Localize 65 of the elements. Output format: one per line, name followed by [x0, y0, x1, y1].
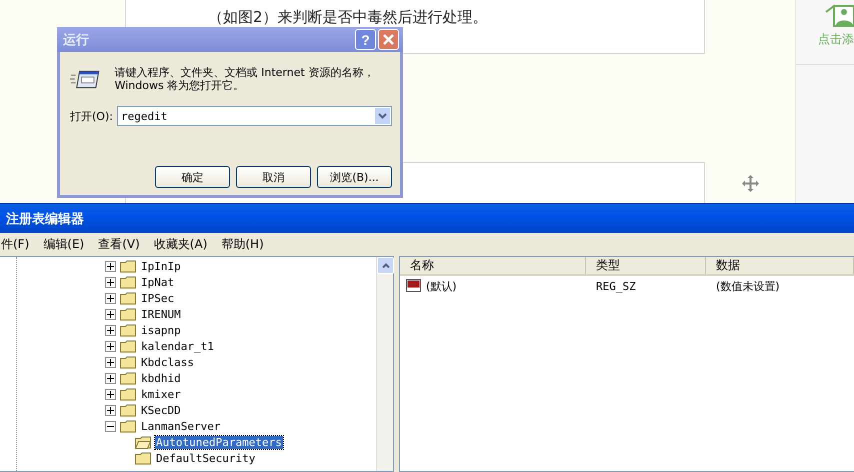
menu-item[interactable]: 件(F): [0, 236, 30, 253]
open-label: 打开(O):: [70, 108, 113, 124]
collapse-icon[interactable]: [105, 420, 116, 432]
value-name: (默认): [426, 278, 457, 294]
tree-item[interactable]: IpNat: [140, 276, 176, 288]
open-folder-icon: [135, 436, 151, 448]
tree-item[interactable]: Kbdclass: [140, 356, 195, 368]
tree-item[interactable]: AutotunedParameters: [155, 436, 283, 448]
dialog-button[interactable]: 确定: [155, 166, 230, 188]
value-type: REG_SZ: [595, 280, 637, 292]
dialog-button[interactable]: 浏览(B)...: [317, 166, 392, 188]
move-icon[interactable]: [742, 175, 758, 192]
expand-icon[interactable]: [105, 340, 116, 352]
dropdown-icon[interactable]: [375, 108, 390, 124]
folder-icon: [120, 292, 136, 304]
expand-icon[interactable]: [105, 292, 116, 304]
tree-item[interactable]: KSecDD: [140, 404, 182, 416]
column-header[interactable]: 类型: [586, 257, 706, 274]
expand-icon[interactable]: [105, 356, 116, 368]
scroll-up-icon[interactable]: [377, 257, 394, 274]
tree-item[interactable]: kalendar_t1: [140, 340, 215, 352]
article-text: （如图2）来判断是否中毒然后进行处理。: [208, 8, 489, 27]
folder-icon: [120, 324, 136, 336]
expand-icon[interactable]: [105, 308, 116, 320]
expand-icon[interactable]: [105, 404, 116, 416]
tree-item[interactable]: DefaultSecurity: [155, 452, 256, 464]
folder-icon: [135, 452, 151, 464]
column-header[interactable]: 数据: [706, 257, 854, 274]
folder-icon: [120, 276, 136, 288]
expand-icon[interactable]: [105, 372, 116, 384]
open-combo-box[interactable]: regedit: [116, 106, 392, 126]
expand-icon[interactable]: [105, 276, 116, 288]
folder-icon: [120, 340, 136, 352]
tree-item[interactable]: IpInIp: [140, 260, 182, 272]
folder-icon: [120, 388, 136, 400]
menu-item[interactable]: 查看(V): [97, 236, 141, 253]
tree-item[interactable]: IPSec: [140, 292, 176, 304]
string-value-icon: [406, 279, 422, 293]
folder-icon: [120, 420, 136, 432]
expand-icon[interactable]: [105, 388, 116, 400]
close-button[interactable]: [378, 29, 399, 50]
window-title: 注册表编辑器: [6, 210, 84, 228]
folder-icon: [120, 404, 136, 416]
menu-item[interactable]: 收藏夹(A): [152, 236, 208, 253]
dialog-prompt: 请键入程序、文件夹、文档或 Internet 资源的名称，Windows 将为您打开它。: [114, 66, 376, 92]
value-data: (数值未设置): [715, 278, 781, 294]
run-icon: [70, 68, 101, 90]
close-icon: [383, 34, 394, 45]
picture-icon[interactable]: [824, 4, 854, 28]
folder-icon: [120, 372, 136, 384]
tree-item[interactable]: kbdhid: [140, 372, 182, 384]
tree-item[interactable]: LanmanServer: [140, 420, 222, 432]
tree-item[interactable]: IRENUM: [140, 308, 182, 320]
tree-item[interactable]: kmixer: [140, 388, 182, 400]
folder-icon: [120, 356, 136, 368]
dialog-button[interactable]: 取消: [236, 166, 311, 188]
column-header[interactable]: 名称: [400, 257, 586, 274]
expand-icon[interactable]: [105, 260, 116, 272]
folder-icon: [120, 308, 136, 320]
menu-item[interactable]: 帮助(H): [220, 236, 265, 253]
menu-item[interactable]: 编辑(E): [42, 236, 86, 253]
dialog-title: 运行: [63, 32, 90, 48]
folder-icon: [120, 260, 136, 272]
expand-icon[interactable]: [105, 324, 116, 336]
tree-item[interactable]: isapnp: [140, 324, 182, 336]
